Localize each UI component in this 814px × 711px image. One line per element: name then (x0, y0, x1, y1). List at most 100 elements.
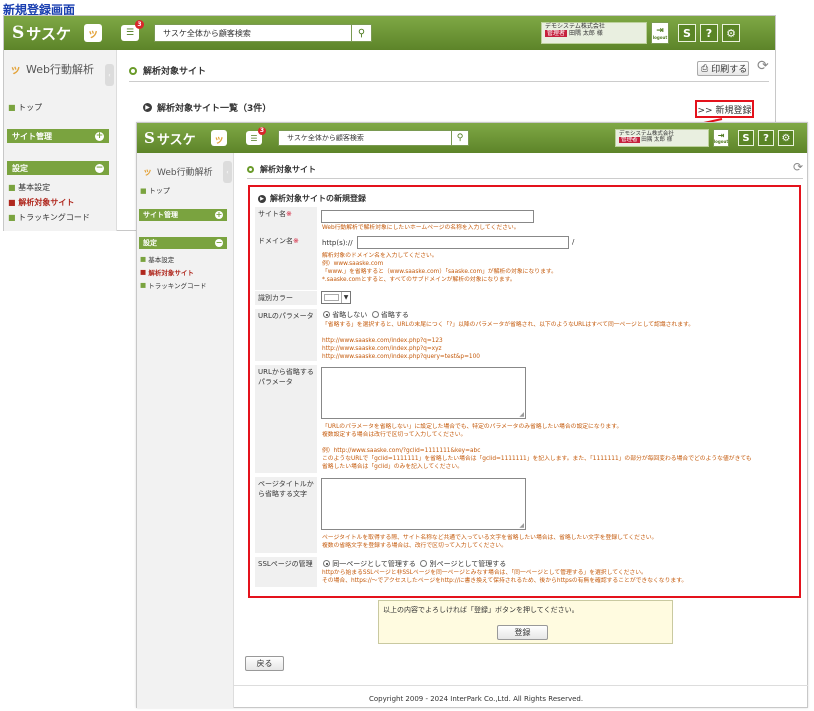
footprint-icon[interactable]: ッ (211, 130, 227, 146)
ssl-hint-1: httpから始まるSSLページと非SSLページを同一ページとみなす場合は、「同一… (322, 570, 647, 576)
omit-hint-1: 「URLのパラメータを省略しない」に設定した場合でも、特定のパラメータのみ省略し… (322, 424, 623, 430)
page-title: 解析対象サイト (247, 161, 803, 179)
section-label: サイト管理 (143, 211, 178, 219)
back-button[interactable]: 戻る (245, 656, 284, 671)
ssl-separate-radio[interactable] (420, 560, 428, 567)
label-text: サイト名 (258, 210, 286, 218)
help-icon: ? (763, 132, 769, 144)
resize-handle-icon[interactable]: ◢ (519, 411, 524, 418)
sidebar-item-label: 解析対象サイト (148, 269, 194, 277)
logout-button[interactable]: ⇥ logout (713, 129, 729, 147)
sidebar-item-top[interactable]: ■ トップ (140, 186, 170, 196)
sidebar-section-site-mgmt[interactable]: サイト管理 + (139, 209, 227, 221)
sidebar-item-label: トラッキングコード (148, 282, 207, 290)
domain-hint-3: 「www.」を省略すると（www.saaske.com）「saaske.com」… (322, 269, 557, 275)
domain-hint-2: 例）www.saaske.com (322, 261, 384, 267)
search-button[interactable]: ⚲ (452, 130, 469, 146)
label-text: SSLページの管理 (258, 560, 313, 568)
refresh-icon[interactable]: ⟳ (793, 160, 803, 174)
domain-hint-4: *.saaske.comとすると、すべてのサブドメインが解析の対象になります。 (322, 277, 516, 283)
title-omit-label: ページタイトルから省略する文字 (255, 477, 317, 553)
color-swatch (324, 294, 339, 301)
resize-handle-icon[interactable]: ◢ (519, 522, 524, 529)
radio-label: 省略する (380, 311, 409, 319)
omit-param-textarea[interactable]: ◢ (321, 367, 526, 419)
omit-hint-2: 複数設定する場合は改行で区切って入力してください。 (322, 432, 467, 438)
dropdown-arrow-icon: ▼ (341, 292, 350, 303)
logout-label: logout (713, 139, 729, 144)
url-param-example-1: http://www.saaske.com/index.php?q=123 (322, 338, 443, 344)
omit-hint-3: 例）http://www.saaske.com/?gclid=1111111&k… (322, 448, 481, 454)
register-button[interactable]: 登録 (497, 625, 548, 640)
title-omit-textarea[interactable]: ◢ (321, 478, 526, 530)
search-icon: ⚲ (456, 133, 464, 143)
sidebar-item-tracking[interactable]: ■ トラッキングコード (140, 280, 207, 290)
sidebar-section-settings[interactable]: 設定 − (139, 237, 227, 249)
url-param-options: 省略しない 省略する (323, 310, 409, 320)
label-text: URLのパラメータ (258, 312, 314, 320)
sidebar: ッ Web行動解析 ‹ ■ トップ サイト管理 + 設定 − ■ 基本設定 ■ 解析対… (137, 153, 234, 708)
label-text: URLから省略するパラメータ (258, 368, 314, 386)
sidebar-item-label: トップ (148, 187, 170, 195)
url-param-example-2: http://www.saaske.com/index.php?q=xyz (322, 346, 442, 352)
sidebar-item-label: 基本設定 (148, 256, 175, 264)
sidebar-item-basic[interactable]: ■ 基本設定 (140, 254, 174, 264)
search-input[interactable]: サスケ全体から顧客検索 (278, 130, 452, 146)
color-select[interactable]: ▼ (321, 291, 351, 304)
required-mark: ※ (286, 210, 292, 218)
ssl-options: 同一ページとして管理する 別ページとして管理する (323, 559, 506, 569)
page-title-text: 解析対象サイト (260, 165, 316, 174)
url-param-example-3: http://www.saaske.com/index.php?query=te… (322, 354, 480, 360)
gear-icon: ⚙ (781, 132, 791, 144)
app-logo[interactable]: S サスケ (144, 129, 199, 148)
domain-input[interactable] (357, 236, 569, 249)
section-label: 設定 (143, 239, 157, 247)
front-window: S サスケ ッ ☰ 3 サスケ全体から顧客検索 ⚲ デモシステム株式会社 管理者 田… (136, 122, 808, 708)
site-name-label: サイト名※ (255, 207, 317, 237)
title-hint-1: ページタイトルを取得する際、サイト名称など共通で入っている文字を省略したい場合は… (322, 535, 658, 541)
title-hint-2: 複数の省略文字を登録する場合は、改行で区切って入力してください。 (322, 543, 507, 549)
site-name-hint: Web行動解析で解析対象にしたいホームページの名称を入力してください。 (322, 225, 520, 231)
form-title-text: 解析対象サイトの新規登録 (270, 194, 366, 203)
label-text: 識別カラー (258, 294, 293, 302)
url-param-omit-radio[interactable] (371, 311, 379, 318)
copyright: Copyright 2009 - 2024 InterPark Co.,Ltd.… (369, 695, 584, 703)
omit-hint-4: このようなURLで「gclid=1111111」を省略したい場合は「gclid=… (322, 456, 752, 462)
footprint-icon: ッ (143, 167, 153, 178)
user-info[interactable]: デモシステム株式会社 管理者 田隅 太郎 様 (615, 129, 709, 147)
help-button[interactable]: ? (758, 130, 774, 146)
url-param-label: URLのパラメータ (255, 309, 317, 361)
domain-suffix: / (572, 238, 575, 246)
logo-text: サスケ (156, 132, 196, 148)
domain-label: ドメイン名※ (255, 234, 317, 290)
sidebar-item-sites[interactable]: ■ 解析対象サイト (140, 267, 194, 277)
settings-button[interactable]: ⚙ (778, 130, 794, 146)
message-icon[interactable]: ☰ 3 (246, 127, 266, 145)
required-mark: ※ (293, 237, 299, 245)
radio-label: 別ページとして管理する (429, 560, 507, 568)
ssl-hint-2: その場合、https://〜でアクセスしたページをhttp://に書き換えて保持… (322, 578, 688, 584)
sasuke-s-button[interactable]: S (738, 130, 754, 146)
footer-divider (234, 685, 808, 686)
logo-s-icon: S (144, 129, 155, 147)
app-header: S サスケ ッ ☰ 3 サスケ全体から顧客検索 ⚲ デモシステム株式会社 管理者 田… (137, 123, 807, 153)
url-param-keep-radio[interactable] (323, 311, 330, 318)
ssl-label: SSLページの管理 (255, 557, 317, 587)
sidebar-collapse-button[interactable]: ‹ (223, 161, 232, 183)
site-name-input[interactable] (321, 210, 534, 223)
message-badge: 3 (258, 127, 266, 135)
header-search: サスケ全体から顧客検索 ⚲ (278, 130, 469, 146)
arrow-circle-icon: ▶ (258, 194, 266, 203)
label-text: ページタイトルから省略する文字 (258, 480, 314, 498)
new-site-form: ▶ 解析対象サイトの新規登録 サイト名※ Web行動解析で解析対象にしたいホームペ… (248, 185, 801, 598)
omit-hint-5: 省略したい場合は「gclid」のみを記入してください。 (322, 464, 463, 470)
ssl-same-radio[interactable] (323, 560, 330, 567)
confirm-text: 以上の内容でよろしければ「登録」ボタンを押してください。 (383, 606, 579, 614)
color-label: 識別カラー (255, 291, 317, 305)
form-title: ▶ 解析対象サイトの新規登録 (258, 193, 366, 204)
omit-param-label: URLから省略するパラメータ (255, 365, 317, 473)
sidebar-title-text: Web行動解析 (157, 167, 213, 178)
user-role-badge: 管理者 (619, 137, 640, 144)
sidebar-title: ッ Web行動解析 (137, 153, 233, 189)
domain-prefix: http(s):// (322, 239, 353, 247)
